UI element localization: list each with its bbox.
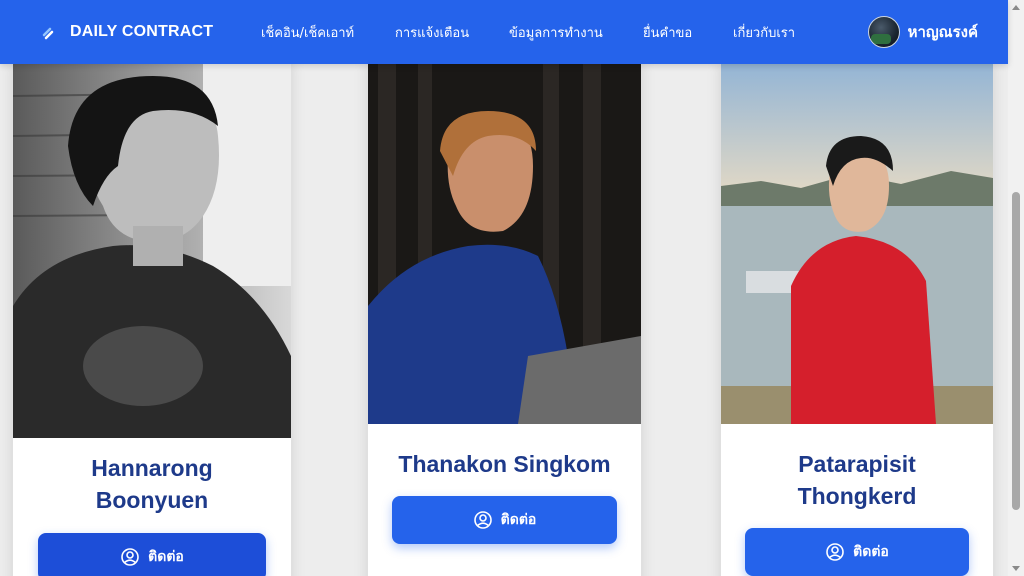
employee-photo [721,56,993,424]
user-circle-icon [121,548,139,566]
page-scrollbar[interactable] [1008,0,1024,576]
nav-about[interactable]: เกี่ยวกับเรา [733,22,795,43]
employee-card: Hannarong Boonyuen ติดต่อ [13,56,291,576]
scroll-up-icon[interactable] [1012,5,1020,10]
user-menu[interactable]: หาญณรงค์ [867,0,978,64]
user-circle-icon [473,511,492,529]
scroll-thumb[interactable] [1012,192,1020,510]
nav-notifications[interactable]: การแจ้งเตือน [395,22,469,43]
contact-button[interactable]: ติดต่อ [745,528,969,576]
employee-card: Patarapisit Thongkerd ติดต่อ [721,56,993,576]
employee-card: Thanakon Singkom ติดต่อ [368,56,641,576]
user-circle-icon [826,543,844,561]
employee-name: Thanakon Singkom [398,451,611,477]
nav-request[interactable]: ยื่นคำขอ [643,22,692,43]
contact-button[interactable]: ติดต่อ [38,533,266,576]
nav-links: เช็คอิน/เช็คเอาท์ การแจ้งเตือน ข้อมูลการ… [0,0,1008,64]
top-navbar: DAILY CONTRACT เช็คอิน/เช็คเอาท์ การแจ้ง… [0,0,1008,64]
nav-checkin[interactable]: เช็คอิน/เช็คเอาท์ [261,22,354,43]
scroll-down-icon[interactable] [1012,566,1020,571]
nav-work-info[interactable]: ข้อมูลการทำงาน [509,22,603,43]
employee-photo [368,56,641,424]
contact-button[interactable]: ติดต่อ [392,496,617,544]
employee-name: Hannarong Boonyuen [91,455,213,513]
employee-name: Patarapisit Thongkerd [797,451,917,509]
avatar [867,16,900,48]
user-name: หาญณรงค์ [907,23,978,41]
employee-photo [13,56,291,438]
